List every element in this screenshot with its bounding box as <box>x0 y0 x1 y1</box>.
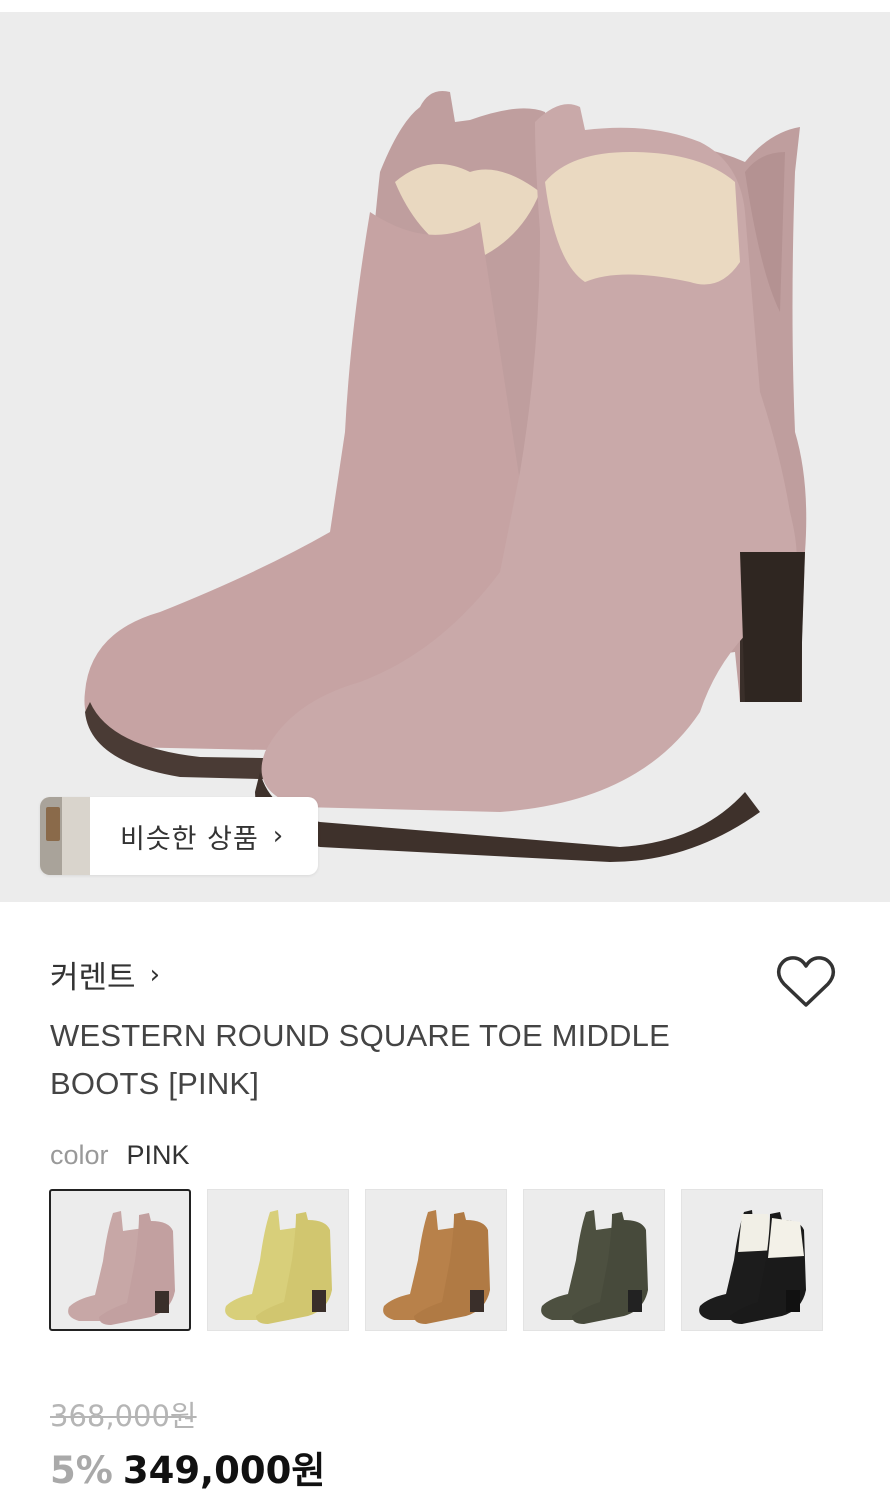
similar-product-thumbnail <box>40 797 90 875</box>
heart-icon[interactable] <box>776 954 836 1010</box>
boots-illustration <box>84 91 807 862</box>
color-swatch-list <box>49 1189 823 1331</box>
color-option-key: color <box>50 1140 109 1170</box>
brand-name: 커렌트 <box>50 960 136 996</box>
swatch-boot-image <box>225 1210 332 1324</box>
color-swatch-khaki[interactable] <box>523 1189 665 1331</box>
original-price: 368,000원 <box>50 1399 197 1433</box>
swatch-boot-image <box>541 1210 648 1324</box>
brand-link[interactable]: 커렌트 › <box>50 952 160 997</box>
chevron-right-icon: › <box>272 821 284 851</box>
discount-rate: 5% <box>50 1449 113 1492</box>
sale-price: 349,000원 <box>122 1449 326 1492</box>
color-swatch-pink[interactable] <box>49 1189 191 1331</box>
color-swatch-black-white[interactable] <box>681 1189 823 1331</box>
swatch-boot-image <box>699 1210 806 1324</box>
swatch-boot-image <box>68 1211 175 1325</box>
color-swatch-yellow[interactable] <box>207 1189 349 1331</box>
color-option: color PINK <box>50 1140 190 1171</box>
color-option-value: PINK <box>126 1140 190 1170</box>
product-hero-image[interactable]: 비슷한 상품 › <box>0 12 890 902</box>
product-title: WESTERN ROUND SQUARE TOE MIDDLE BOOTS [P… <box>50 1018 670 1101</box>
chevron-right-icon: › <box>149 959 160 990</box>
price-row: 5% 349,000원 <box>50 1440 325 1494</box>
similar-products-button[interactable]: 비슷한 상품 › <box>40 797 318 875</box>
swatch-boot-image <box>383 1210 490 1324</box>
similar-products-label: 비슷한 상품 <box>120 823 259 855</box>
color-swatch-camel[interactable] <box>365 1189 507 1331</box>
